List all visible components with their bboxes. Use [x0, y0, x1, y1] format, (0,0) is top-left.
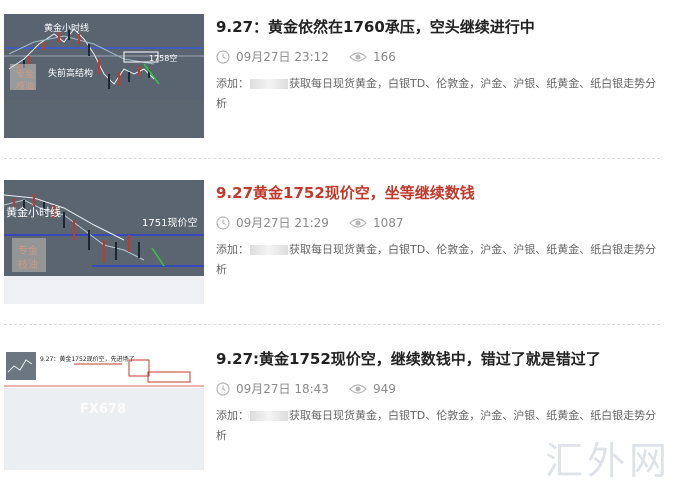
desc-prefix: 添加： — [216, 243, 249, 256]
article-thumbnail[interactable]: 黄金小时线 1751现价空 专金 枝油 — [4, 180, 204, 304]
eye-icon — [349, 217, 367, 229]
article-date: 09月27日 21:29 — [236, 216, 329, 230]
article-views: 1087 — [372, 215, 404, 230]
article-date: 09月27日 18:43 — [236, 382, 329, 396]
thumbnail-label: 失前高结构 — [48, 69, 94, 79]
article-title[interactable]: 9.27:黄金1752现价空，继续数钱中，错过了就是错过了 — [216, 348, 601, 369]
redacted-text — [250, 245, 288, 255]
article-date: 09月27日 23:12 — [236, 50, 329, 64]
thumbnail-label: 9.27：黄金1752现价空，先进场了 — [40, 356, 135, 363]
thumbnail-label: 枝油 — [16, 82, 35, 92]
article-description: 添加： 获取每日现货黄金，白银TD、伦敦金，沪金、沪银、纸黄金、纸白银走势分析 — [216, 74, 660, 114]
article-thumbnail[interactable]: 9.27：黄金1752现价空，先进场了 FX678 — [4, 346, 204, 470]
eye-icon — [349, 383, 367, 395]
thumbnail-label: 黄金小时线 — [44, 24, 90, 34]
site-watermark: 汇外网 — [545, 439, 672, 483]
divider — [4, 158, 660, 159]
article-title[interactable]: 9.27黄金1752现价空，坐等继续数钱 — [216, 182, 475, 203]
article-thumbnail[interactable]: 黄金小时线 失前高结构 1758空 专金 枝油 — [4, 14, 204, 138]
thumbnail-label: FX678 — [80, 402, 127, 417]
thumbnail-label: 黄金小时线 — [6, 206, 61, 219]
thumbnail-label: 专金 — [18, 246, 38, 257]
article-meta: 09月27日 18:43 949 — [216, 380, 396, 397]
thumbnail-label: 1751现价空 — [142, 218, 198, 229]
desc-prefix: 添加： — [216, 409, 249, 422]
clock-icon — [216, 215, 230, 230]
article-description: 添加： 获取每日现货黄金，白银TD、伦敦金，沪金、沪银、纸黄金、纸白银走势分析 — [216, 240, 660, 280]
article-views: 166 — [372, 49, 396, 64]
thumbnail-label: 枝油 — [18, 260, 38, 271]
clock-icon — [216, 381, 230, 396]
article-views: 949 — [372, 381, 396, 396]
article-title[interactable]: 9.27：黄金依然在1760承压，空头继续进行中 — [216, 16, 535, 37]
thumbnail-label: 1758空 — [149, 54, 178, 63]
divider — [4, 324, 660, 325]
eye-icon — [349, 51, 367, 63]
article-meta: 09月27日 21:29 1087 — [216, 214, 403, 231]
redacted-text — [250, 411, 288, 421]
redacted-text — [250, 79, 288, 89]
desc-prefix: 添加： — [216, 77, 249, 90]
clock-icon — [216, 49, 230, 64]
article-meta: 09月27日 23:12 166 — [216, 48, 396, 65]
